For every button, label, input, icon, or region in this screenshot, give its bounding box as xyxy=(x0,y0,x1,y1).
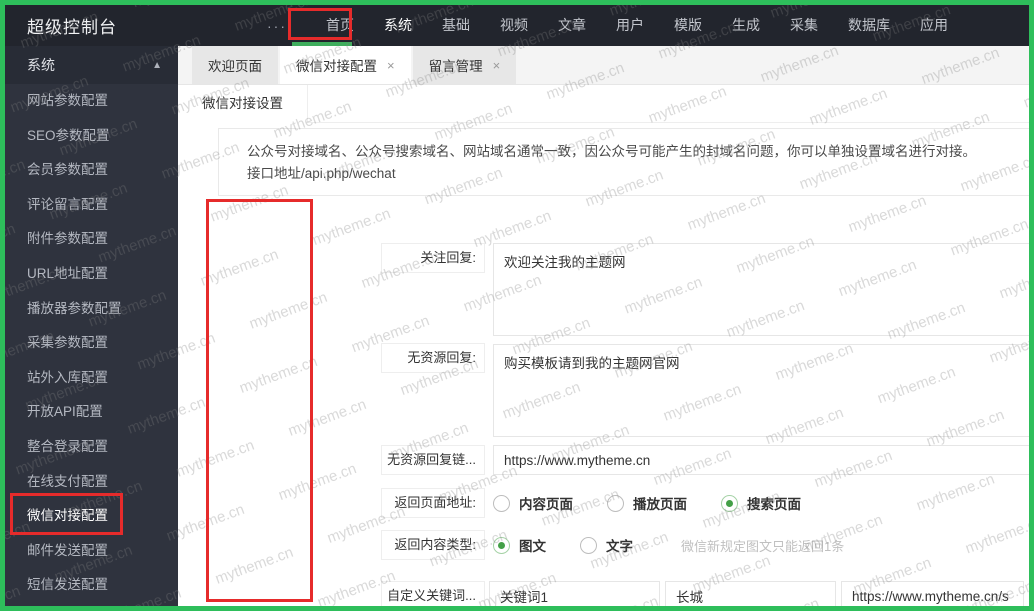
radio-label: 图文 xyxy=(519,539,546,554)
radio-label: 播放页面 xyxy=(633,497,687,512)
label-follow-reply: 关注回复: xyxy=(381,243,485,273)
sidebar-item-open-api[interactable]: 开放API配置 xyxy=(5,395,178,430)
topmenu-item-template[interactable]: 模版 xyxy=(659,5,717,46)
main-content: 欢迎页面 微信对接配置 × 留言管理 × 微信对接设置 公众号对接域名、公众号搜… xyxy=(178,46,1029,606)
topmenu-item-article[interactable]: 文章 xyxy=(543,5,601,46)
no-resource-link-input[interactable] xyxy=(493,445,1029,475)
label-no-resource-link: 无资源回复链... xyxy=(381,445,485,475)
subtab-wechat-settings[interactable]: 微信对接设置 xyxy=(178,85,308,123)
tab-label: 微信对接配置 xyxy=(296,59,377,74)
topmenu-item-app[interactable]: 应用 xyxy=(905,5,963,46)
notice-line2: 接口地址/api.php/wechat xyxy=(247,166,396,181)
sidebar-item-sms-send[interactable]: 短信发送配置 xyxy=(5,568,178,603)
notice-box: 公众号对接域名、公众号搜索域名、网站域名通常一致，因公众号可能产生的封域名问题，… xyxy=(218,128,1029,196)
radio-option-content-page[interactable]: 内容页面 xyxy=(493,493,573,513)
sidebar-group-system[interactable]: 系统 ▲ xyxy=(5,46,178,84)
topmenu-item-user[interactable]: 用户 xyxy=(601,5,659,46)
sidebar-item-wechat-config[interactable]: 微信对接配置 xyxy=(5,499,178,534)
sidebar-item-player-params[interactable]: 播放器参数配置 xyxy=(5,292,178,327)
sidebar-item-online-payment[interactable]: 在线支付配置 xyxy=(5,465,178,500)
topmenu-item-collect[interactable]: 采集 xyxy=(775,5,833,46)
sidebar-item-collect-params[interactable]: 采集参数配置 xyxy=(5,326,178,361)
tab-welcome-page[interactable]: 欢迎页面 xyxy=(192,46,278,84)
return-type-radio-group: 图文 文字 微信新规定图文只能返回1条 xyxy=(493,530,844,560)
label-custom-keyword-1: 自定义关键词... xyxy=(381,581,485,606)
collapse-arrow-icon[interactable]: ▲ xyxy=(152,60,162,71)
radio-icon[interactable] xyxy=(493,494,510,512)
radio-label: 文字 xyxy=(606,539,633,554)
sidebar-item-external-storage[interactable]: 站外入库配置 xyxy=(5,361,178,396)
sidebar: 系统 ▲ 网站参数配置 SEO参数配置 会员参数配置 评论留言配置 附件参数配置… xyxy=(5,46,178,606)
more-menu-icon[interactable]: ··· xyxy=(267,18,287,34)
return-page-radio-group: 内容页面 播放页面 搜索页面 xyxy=(493,488,835,518)
keyword1-name-input[interactable] xyxy=(489,581,660,606)
sidebar-item-comment-config[interactable]: 评论留言配置 xyxy=(5,188,178,223)
label-no-resource-reply: 无资源回复: xyxy=(381,343,485,373)
sidebar-item-url-config[interactable]: URL地址配置 xyxy=(5,257,178,292)
tab-bar: 欢迎页面 微信对接配置 × 留言管理 × xyxy=(178,46,1029,85)
app-title: 超级控制台 xyxy=(27,18,117,37)
tab-wechat-config[interactable]: 微信对接配置 × xyxy=(280,46,411,84)
label-return-type: 返回内容类型: xyxy=(381,530,485,560)
tab-message-management[interactable]: 留言管理 × xyxy=(412,46,517,84)
sidebar-item-integrated-login[interactable]: 整合登录配置 xyxy=(5,430,178,465)
radio-label: 搜索页面 xyxy=(747,497,801,512)
tab-label: 留言管理 xyxy=(428,59,483,74)
topmenu-item-video[interactable]: 视频 xyxy=(485,5,543,46)
radio-label: 内容页面 xyxy=(519,497,573,512)
sidebar-item-member-params[interactable]: 会员参数配置 xyxy=(5,153,178,188)
no-resource-reply-textarea[interactable]: 购买模板请到我的主题网官网 xyxy=(493,344,1029,437)
close-icon[interactable]: × xyxy=(387,58,395,73)
notice-line1: 公众号对接域名、公众号搜索域名、网站域名通常一致，因公众号可能产生的封域名问题，… xyxy=(247,144,976,159)
keyword1-url1-input[interactable] xyxy=(841,581,1024,606)
keyword1-word-input[interactable] xyxy=(665,581,836,606)
radio-icon[interactable] xyxy=(721,494,738,512)
topmenu-item-home[interactable]: 首页 xyxy=(311,5,369,46)
top-menu: 首页 系统 基础 视频 文章 用户 模版 生成 采集 数据库 应用 xyxy=(311,5,963,46)
radio-option-play-page[interactable]: 播放页面 xyxy=(607,493,687,513)
topmenu-item-basic[interactable]: 基础 xyxy=(427,5,485,46)
radio-option-image-text[interactable]: 图文 xyxy=(493,535,546,555)
topmenu-item-generate[interactable]: 生成 xyxy=(717,5,775,46)
topmenu-item-database[interactable]: 数据库 xyxy=(833,5,905,46)
sidebar-group-label: 系统 xyxy=(27,57,55,73)
return-type-hint: 微信新规定图文只能返回1条 xyxy=(681,538,845,554)
radio-option-search-page[interactable]: 搜索页面 xyxy=(721,493,801,513)
sidebar-item-site-params[interactable]: 网站参数配置 xyxy=(5,84,178,119)
sidebar-menu: 网站参数配置 SEO参数配置 会员参数配置 评论留言配置 附件参数配置 URL地… xyxy=(5,84,178,603)
radio-icon[interactable] xyxy=(493,536,510,554)
follow-reply-textarea[interactable]: 欢迎关注我的主题网 xyxy=(493,243,1029,336)
top-navbar: 超级控制台 ··· 首页 系统 基础 视频 文章 用户 模版 生成 采集 数据库… xyxy=(5,5,1029,46)
radio-icon[interactable] xyxy=(607,494,624,512)
keyword1-url2-input[interactable] xyxy=(1029,581,1034,611)
tab-label: 欢迎页面 xyxy=(208,59,262,74)
subtab-row: 微信对接设置 xyxy=(178,85,1029,123)
sidebar-item-email-send[interactable]: 邮件发送配置 xyxy=(5,534,178,569)
radio-icon[interactable] xyxy=(580,536,597,554)
admin-console-window: 超级控制台 ··· 首页 系统 基础 视频 文章 用户 模版 生成 采集 数据库… xyxy=(0,0,1034,611)
close-icon[interactable]: × xyxy=(493,58,501,73)
sidebar-item-seo-params[interactable]: SEO参数配置 xyxy=(5,119,178,154)
sidebar-item-attachment-params[interactable]: 附件参数配置 xyxy=(5,222,178,257)
topmenu-item-system[interactable]: 系统 xyxy=(369,5,427,46)
radio-option-text[interactable]: 文字 xyxy=(580,535,633,555)
label-return-page: 返回页面地址: xyxy=(381,488,485,518)
